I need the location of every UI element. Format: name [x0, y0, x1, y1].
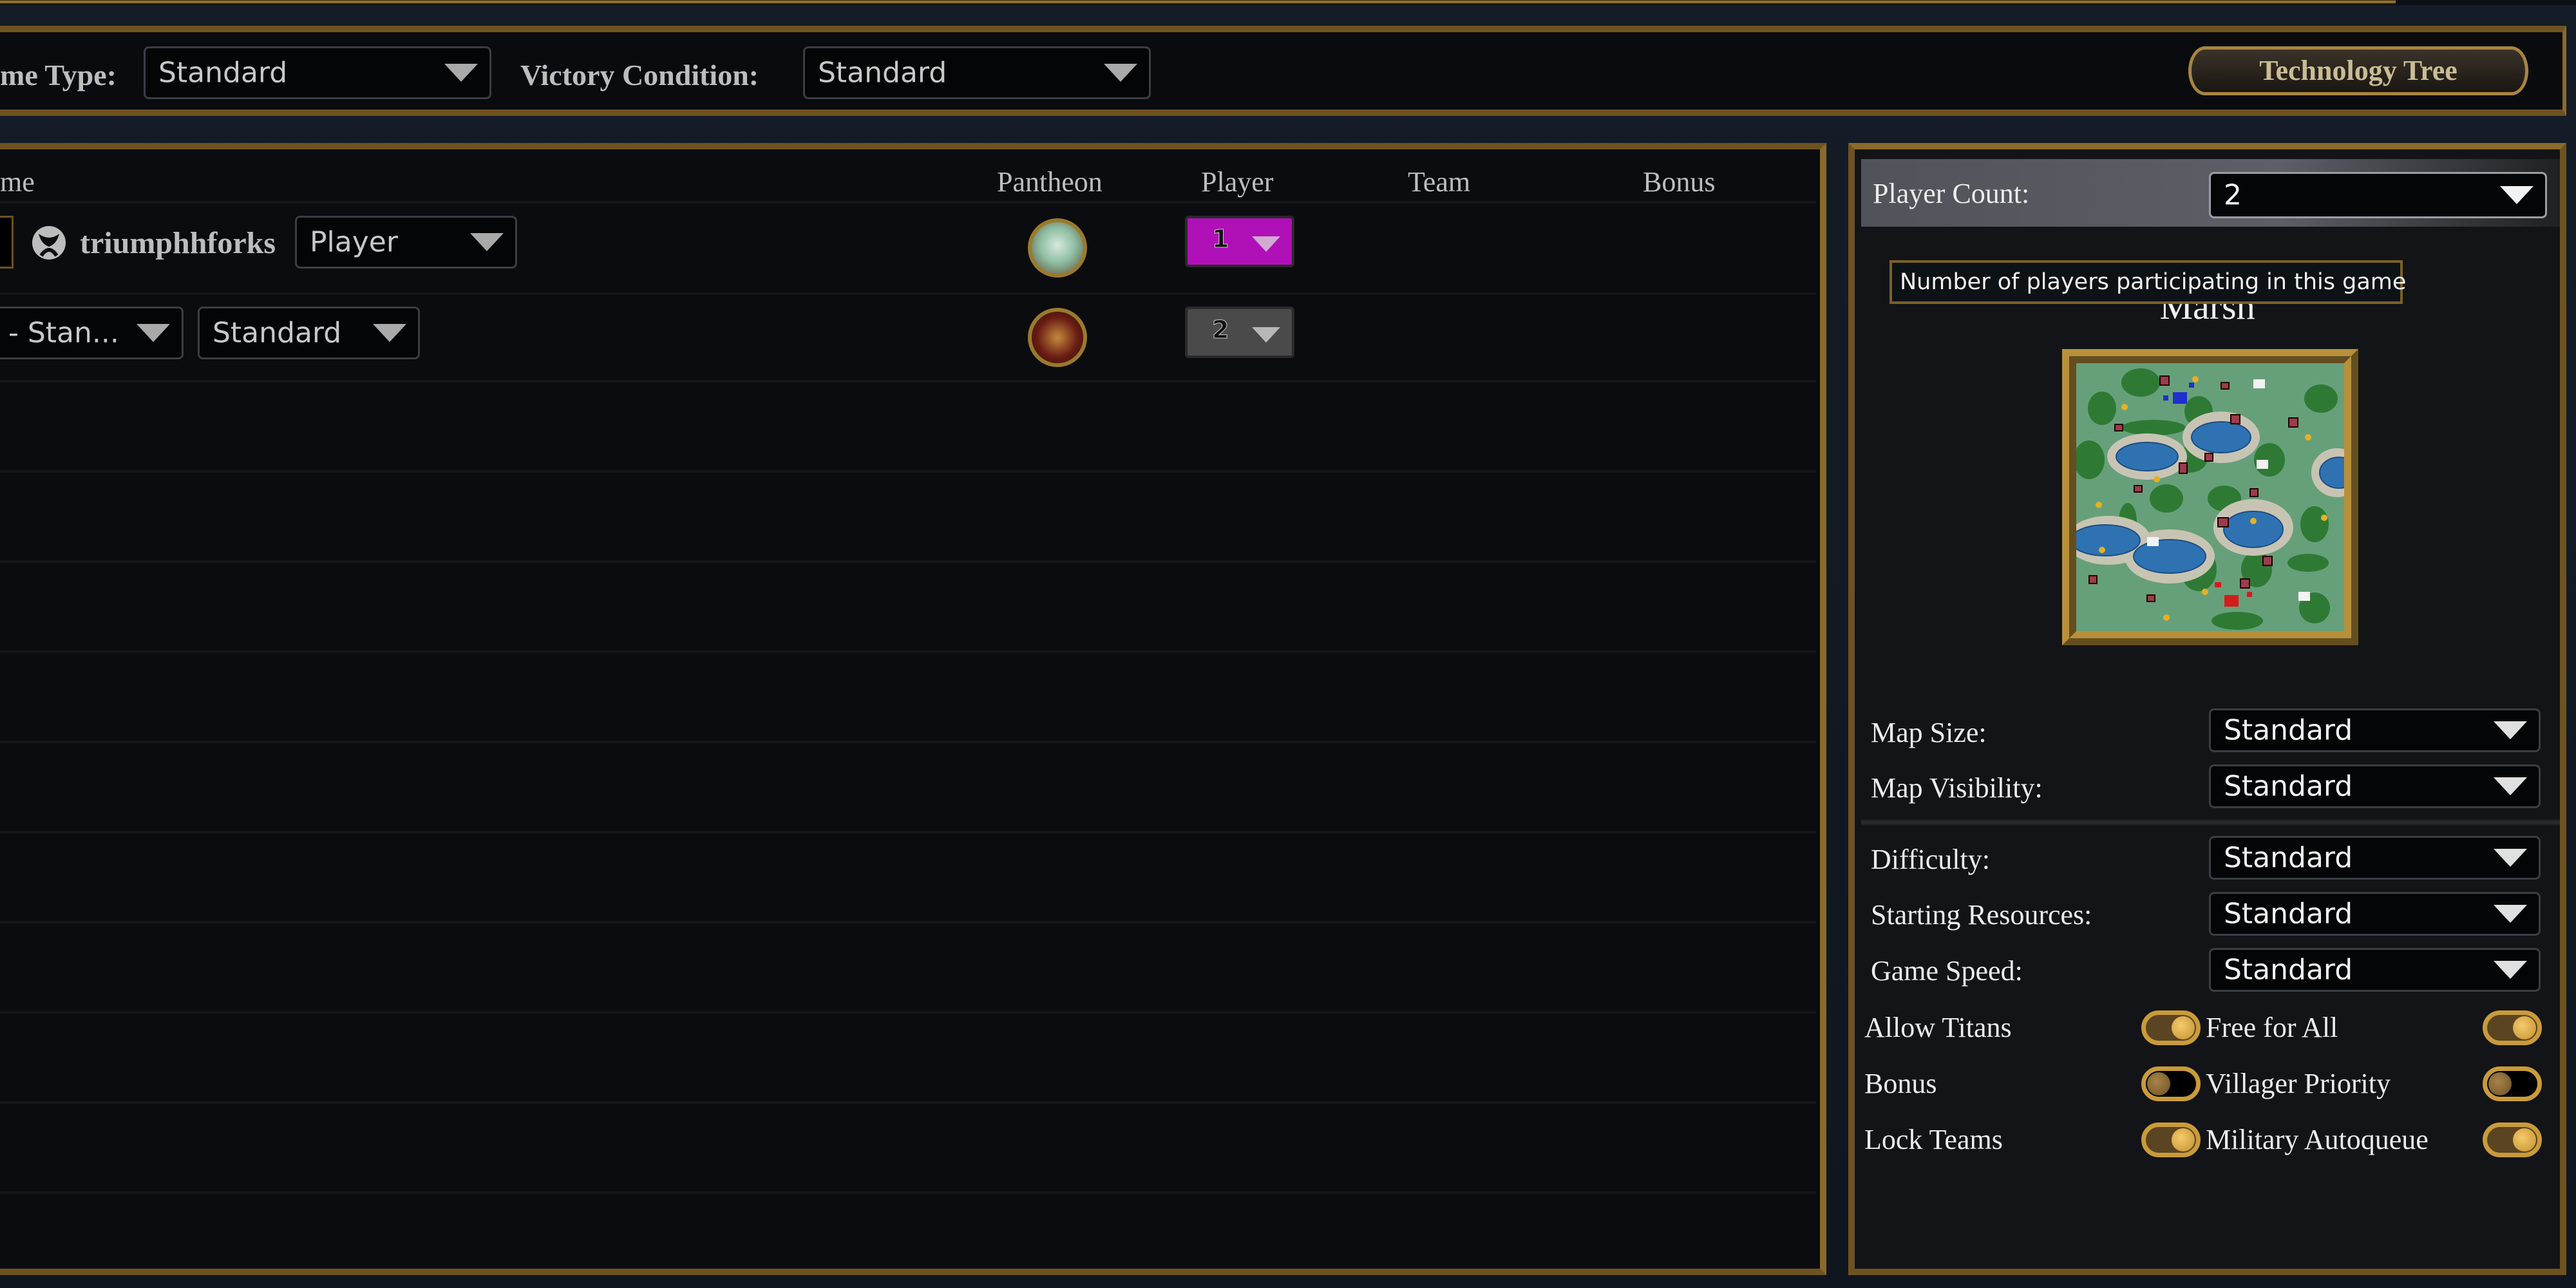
hades-helmet-icon[interactable] [1028, 308, 1087, 367]
xbox-icon [32, 226, 66, 260]
game-speed-dropdown[interactable]: Standard [2209, 948, 2541, 992]
toggle-knob [2147, 1072, 2170, 1095]
ai-difficulty-dropdown[interactable]: Standard [198, 307, 420, 359]
row-divider [0, 201, 1816, 204]
chevron-down-icon [1104, 64, 1137, 82]
player-number: 2 [1211, 316, 1229, 345]
zeus-portrait-icon[interactable] [1028, 218, 1087, 278]
player-count-label: Player Count: [1873, 178, 2030, 209]
starting-resources-label: Starting Resources: [1871, 899, 2092, 931]
player-slot-handle[interactable] [0, 216, 14, 269]
player-count-value: 2 [2224, 178, 2242, 212]
row-divider [0, 470, 1816, 473]
free-for-all-label: Free for All [2206, 1012, 2338, 1043]
players-panel: me Pantheon Player Team Bonus triumphhfo… [0, 143, 1826, 1275]
row-divider [0, 831, 1816, 833]
lock-teams-toggle[interactable] [2141, 1122, 2201, 1157]
map-size-value: Standard [2224, 714, 2353, 747]
column-header-player: Player [1201, 166, 1274, 198]
villager-priority-toggle[interactable] [2483, 1066, 2542, 1101]
player-type-dropdown[interactable]: Player [295, 216, 517, 269]
chevron-down-icon [2494, 721, 2527, 739]
column-header-name: me [0, 166, 35, 198]
victory-condition-value: Standard [818, 56, 947, 90]
game-type-dropdown[interactable]: Standard [144, 46, 491, 99]
starting-resources-value: Standard [2224, 897, 2353, 931]
chevron-down-icon [1252, 327, 1280, 343]
chevron-down-icon [373, 324, 406, 342]
toggle-knob [2488, 1072, 2512, 1095]
game-settings-bar: me Type: Standard Victory Condition: Sta… [0, 26, 2566, 116]
toggle-knob [2513, 1016, 2536, 1039]
game-options-panel: Player Count: 2 Number of players partic… [1848, 143, 2566, 1275]
column-header-pantheon: Pantheon [997, 166, 1103, 198]
game-speed-value: Standard [2224, 953, 2353, 987]
victory-condition-label: Victory Condition: [520, 59, 759, 91]
minimap-preview[interactable] [2062, 349, 2363, 645]
map-size-dropdown[interactable]: Standard [2209, 708, 2541, 752]
game-type-value: Standard [158, 56, 288, 90]
section-divider [1861, 819, 2560, 826]
game-type-label: me Type: [0, 59, 117, 91]
victory-condition-dropdown[interactable]: Standard [803, 46, 1151, 99]
row-divider [0, 741, 1816, 743]
chevron-down-icon [470, 233, 504, 251]
toggle-knob [2172, 1016, 2195, 1039]
row-divider [0, 560, 1816, 563]
chevron-down-icon [2500, 186, 2533, 204]
military-autoqueue-label: Military Autoqueue [2206, 1124, 2429, 1155]
top-gold-trim [0, 0, 2396, 4]
row-divider [0, 292, 1816, 295]
row-divider [0, 1191, 1816, 1194]
allow-titans-label: Allow Titans [1864, 1012, 2012, 1043]
chevron-down-icon [2494, 849, 2527, 867]
chevron-down-icon [2494, 961, 2527, 979]
ai-personality-value: - Stan... [8, 316, 119, 350]
chevron-down-icon [2494, 777, 2527, 795]
column-header-team: Team [1408, 166, 1471, 198]
toggle-knob [2513, 1128, 2536, 1151]
lock-teams-label: Lock Teams [1864, 1124, 2003, 1155]
military-autoqueue-toggle[interactable] [2483, 1122, 2542, 1157]
player-number: 1 [1211, 225, 1229, 254]
chevron-down-icon [137, 324, 170, 342]
bonus-toggle[interactable] [2141, 1066, 2201, 1101]
player-name: triumphhforks [80, 226, 276, 260]
player-color-dropdown[interactable]: 1 [1185, 216, 1294, 267]
free-for-all-toggle[interactable] [2483, 1010, 2542, 1045]
starting-resources-dropdown[interactable]: Standard [2209, 892, 2541, 936]
row-divider [0, 1011, 1816, 1014]
villager-priority-label: Villager Priority [2206, 1068, 2391, 1099]
difficulty-label: Difficulty: [1871, 844, 1990, 875]
map-visibility-dropdown[interactable]: Standard [2209, 764, 2541, 808]
player-count-dropdown[interactable]: 2 [2209, 172, 2547, 218]
game-speed-label: Game Speed: [1871, 955, 2023, 987]
chevron-down-icon [1252, 236, 1280, 252]
technology-tree-button[interactable]: Technology Tree [2188, 46, 2528, 95]
allow-titans-toggle[interactable] [2141, 1010, 2201, 1045]
map-size-label: Map Size: [1871, 717, 1987, 748]
toggle-knob [2172, 1128, 2195, 1151]
bonus-label: Bonus [1864, 1068, 1937, 1099]
row-divider [0, 380, 1816, 383]
chevron-down-icon [444, 64, 478, 82]
player-count-tooltip: Number of players participating in this … [1889, 260, 2406, 304]
minimap-image [2066, 363, 2363, 631]
column-header-bonus: Bonus [1643, 166, 1716, 198]
row-divider [0, 921, 1816, 923]
player-count-row: Player Count: 2 [1861, 159, 2560, 227]
row-divider [0, 650, 1816, 653]
map-visibility-value: Standard [2224, 770, 2353, 803]
chevron-down-icon [2494, 905, 2527, 923]
player-type-value: Player [310, 225, 398, 259]
ai-personality-dropdown[interactable]: - Stan... [0, 307, 184, 359]
player-color-dropdown[interactable]: 2 [1185, 307, 1294, 358]
ai-difficulty-value: Standard [213, 316, 342, 350]
difficulty-value: Standard [2224, 841, 2353, 875]
difficulty-dropdown[interactable]: Standard [2209, 836, 2541, 880]
row-divider [0, 1101, 1816, 1104]
map-visibility-label: Map Visibility: [1871, 772, 2043, 804]
